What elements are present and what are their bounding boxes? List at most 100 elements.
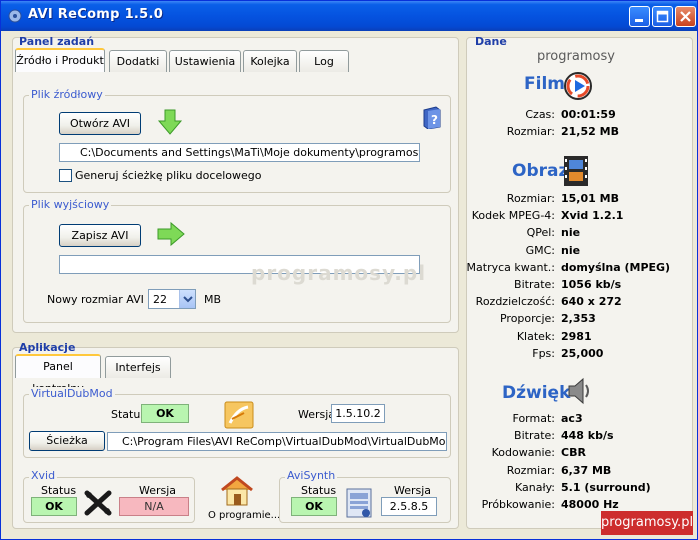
- title-bar[interactable]: AVI ReComp 1.5.0: [1, 1, 697, 31]
- home-icon[interactable]: [219, 475, 255, 507]
- vdm-path-field[interactable]: C:\Program Files\AVI ReComp\VirtualDubMo…: [107, 432, 447, 451]
- obraz-row-label: Rozdzielczość:: [475, 295, 555, 309]
- size-select[interactable]: 22: [148, 289, 196, 309]
- xvid-label: Xvid: [29, 469, 58, 482]
- vdm-version-field: 1.5.10.2: [331, 404, 385, 423]
- app-icon: [8, 9, 22, 23]
- vdm-status-badge: OK: [141, 404, 189, 423]
- virtualdubmod-label: VirtualDubMod: [29, 387, 115, 400]
- dzwiek-row-value: 48000 Hz: [561, 498, 619, 511]
- play-icon: [564, 72, 592, 100]
- dzwiek-row-label: Kanały:: [514, 480, 555, 494]
- size-unit-label: MB: [204, 293, 222, 306]
- arrow-right-icon: [157, 221, 185, 247]
- dane-title: Dane: [475, 35, 507, 48]
- panel-zadan-title: Panel zadań: [19, 35, 95, 48]
- avisynth-version-field: 2.5.8.5: [381, 497, 437, 516]
- dzwiek-row-value: ac3: [561, 412, 583, 425]
- window-title: AVI ReComp 1.5.0: [28, 7, 164, 22]
- obraz-row-label: Rozmiar:: [506, 192, 555, 205]
- xvid-status-badge: OK: [31, 497, 77, 516]
- obraz-heading: Obraz: [512, 161, 569, 181]
- save-avi-button[interactable]: Zapisz AVI: [59, 224, 141, 247]
- help-icon[interactable]: ?: [421, 105, 443, 129]
- maximize-icon: [656, 10, 669, 23]
- tab-ustawienia[interactable]: Ustawienia: [169, 50, 241, 72]
- arrow-down-icon: [157, 109, 183, 135]
- film-heading: Film: [524, 74, 565, 94]
- output-file-label: Plik wyjściowy: [29, 198, 112, 211]
- film-row-value: 00:01:59: [561, 108, 616, 121]
- watermark: programosy.pl: [251, 261, 427, 285]
- source-path-field[interactable]: C:\Documents and Settings\MaTi\Moje doku…: [59, 143, 420, 162]
- dzwiek-row-label: Próbkowanie:: [481, 498, 555, 511]
- dzwiek-row-label: Kodowanie:: [491, 446, 555, 460]
- close-icon: [680, 11, 691, 22]
- obraz-row-label: QPel:: [526, 226, 555, 240]
- obraz-row-value: domyślna (MPEG): [561, 260, 671, 274]
- obraz-row-value: nie: [561, 243, 581, 257]
- obraz-row-label: Proporcje:: [499, 312, 555, 326]
- obraz-row-value: Xvid 1.2.1: [561, 209, 624, 223]
- obraz-row-label: Kodek MPEG-4:: [471, 209, 555, 223]
- open-avi-button[interactable]: Otwórz AVI: [59, 112, 141, 135]
- dzwiek-row-value: 6,37 MB: [561, 463, 612, 477]
- minimize-button[interactable]: [629, 6, 650, 27]
- size-select-value: 22: [153, 293, 167, 306]
- obraz-row-label: GMC:: [525, 243, 555, 257]
- about-label[interactable]: O programie...: [208, 510, 280, 521]
- maximize-button[interactable]: [652, 6, 673, 27]
- size-select-arrow[interactable]: [179, 290, 195, 308]
- speaker-icon: [568, 377, 589, 405]
- obraz-row-value: 2,353: [561, 312, 596, 326]
- new-size-label: Nowy rozmiar AVI =: [47, 293, 157, 306]
- film-row-label: Czas:: [525, 108, 555, 121]
- xvid-icon: [84, 490, 112, 516]
- film-row-value: 21,52 MB: [561, 125, 619, 138]
- vdm-path-button[interactable]: Ścieżka: [29, 431, 105, 451]
- aplikacje-title: Aplikacje: [19, 341, 76, 354]
- chevron-down-icon: [183, 296, 193, 303]
- minimize-icon: [635, 19, 643, 22]
- dzwiek-row-value: CBR: [561, 446, 586, 460]
- dzwiek-row-value: 5.1 (surround): [561, 480, 651, 494]
- obraz-row-value: 640 x 272: [561, 295, 622, 309]
- avisynth-status-label: Status: [301, 484, 337, 497]
- avisynth-icon: [346, 488, 372, 518]
- generate-path-checkbox[interactable]: [59, 169, 72, 182]
- vdm-version-label: Wersja: [298, 408, 336, 421]
- tab-zrodlo[interactable]: Źródło i Produkt: [15, 48, 105, 72]
- tab-dodatki[interactable]: Dodatki: [109, 50, 167, 72]
- film-row-label: Rozmiar:: [506, 125, 555, 138]
- obraz-row-label: Matryca kwant.:: [466, 260, 555, 274]
- obraz-row-value: 15,01 MB: [561, 192, 619, 205]
- tab-log[interactable]: Log: [299, 50, 349, 72]
- site-badge: programosy.pl: [601, 511, 693, 535]
- obraz-row-label: Bitrate:: [514, 278, 555, 291]
- tab-panel-kontrolny[interactable]: Panel kontrolny: [15, 354, 101, 395]
- obraz-row-value: 1056 kb/s: [561, 278, 622, 291]
- dzwiek-row-value: 448 kb/s: [561, 429, 614, 443]
- generate-path-label: Generuj ścieżkę pliku docelowego: [75, 169, 262, 182]
- obraz-row-label: Fps:: [532, 346, 555, 360]
- virtualdubmod-icon: [224, 401, 254, 429]
- dzwiek-row-label: Rozmiar:: [506, 463, 555, 477]
- obraz-row-value: 2981: [561, 329, 592, 343]
- app-window: AVI ReComp 1.5.0 Panel zadań Źródło i Pr…: [0, 0, 698, 540]
- avisynth-status-badge: OK: [291, 497, 337, 516]
- xvid-status-label: Status: [41, 484, 77, 497]
- obraz-row-value: nie: [561, 226, 581, 240]
- xvid-version-label: Wersja: [139, 484, 177, 497]
- source-file-label: Plik źródłowy: [29, 88, 105, 101]
- obraz-row-value: 25,000: [561, 346, 604, 360]
- avisynth-label: AviSynth: [285, 469, 338, 482]
- tab-kolejka[interactable]: Kolejka: [243, 50, 297, 72]
- dzwiek-row-label: Bitrate:: [514, 429, 555, 443]
- xvid-version-badge: N/A: [119, 497, 189, 516]
- svg-text:?: ?: [431, 113, 438, 127]
- close-button[interactable]: [675, 6, 696, 27]
- avisynth-version-label: Wersja: [394, 484, 432, 497]
- dzwiek-heading: Dźwięk: [502, 383, 571, 403]
- tab-interfejs[interactable]: Interfejs: [105, 356, 171, 378]
- dane-filename: programosy: [537, 49, 615, 64]
